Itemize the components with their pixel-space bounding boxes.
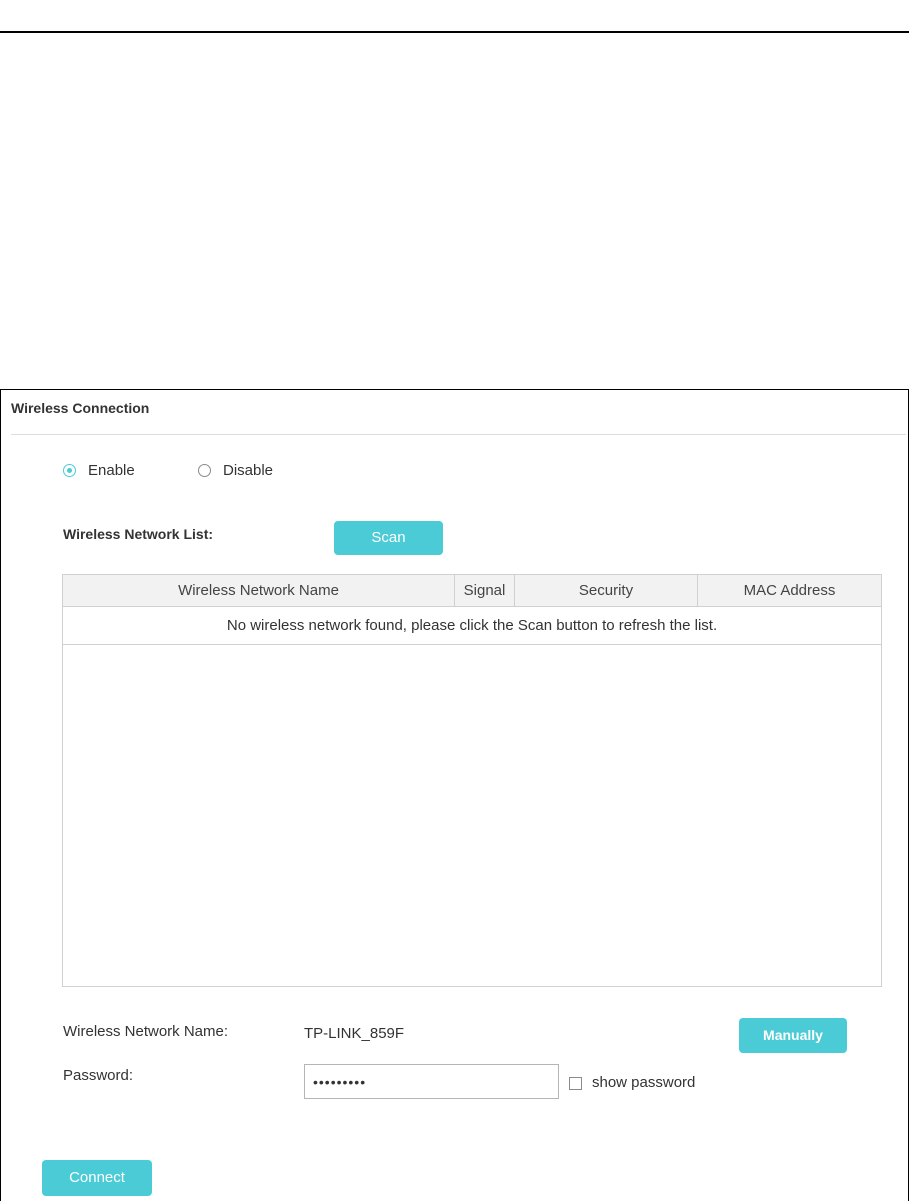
column-header-mac-address: MAC Address [743, 582, 836, 599]
disable-option[interactable]: Disable [198, 462, 273, 479]
ssid-value: TP-LINK_859F [304, 1025, 405, 1042]
column-header-network-name: Wireless Network Name [63, 575, 455, 606]
manually-button[interactable]: Manually [739, 1018, 847, 1053]
show-password-label[interactable]: show password [592, 1074, 695, 1091]
table-header: Wireless Network Name Signal Security MA… [63, 575, 881, 607]
wireless-network-list-label: Wireless Network List: [63, 526, 214, 542]
disable-label: Disable [223, 462, 274, 479]
top-divider [0, 31, 909, 33]
empty-list-message: No wireless network found, please click … [63, 607, 881, 645]
ssid-label: Wireless Network Name: [63, 1023, 229, 1040]
scan-button[interactable]: Scan [334, 521, 443, 555]
enable-option[interactable]: Enable [63, 462, 135, 479]
wireless-connection-panel: Wireless Connection Enable Disable Wirel… [0, 389, 909, 1201]
column-header-security: Security [515, 575, 698, 606]
password-label: Password: [63, 1067, 134, 1084]
wireless-network-table: Wireless Network Name Signal Security MA… [62, 574, 882, 987]
title-divider [11, 434, 906, 435]
column-header-signal: Signal [455, 575, 515, 606]
disable-radio[interactable] [198, 464, 211, 477]
enable-radio[interactable] [63, 464, 76, 477]
show-password-checkbox[interactable] [569, 1077, 582, 1090]
connect-button[interactable]: Connect [42, 1160, 152, 1196]
panel-title: Wireless Connection [11, 400, 150, 416]
enable-label: Enable [88, 462, 135, 479]
password-field[interactable] [304, 1064, 559, 1099]
